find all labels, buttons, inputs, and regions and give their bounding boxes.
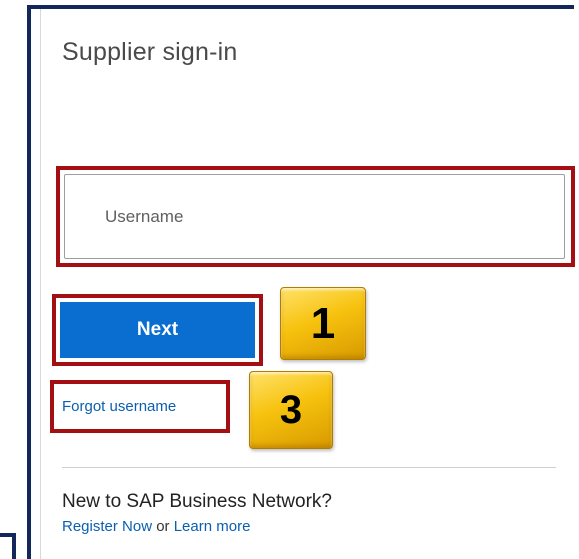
register-now-link[interactable]: Register Now [62,518,152,535]
new-to-network-text: New to SAP Business Network? [62,491,332,512]
step-3-badge: 3 [249,371,333,449]
next-button[interactable]: Next [60,302,255,358]
corner-bracket [0,533,16,559]
username-input[interactable] [64,174,565,259]
page: Supplier sign-in Next 1 Forgot username … [0,0,579,559]
step-1-badge: 1 [280,287,366,360]
forgot-username-link[interactable]: Forgot username [62,398,176,415]
divider [62,467,556,468]
register-line: Register Now or Learn more [62,518,250,535]
learn-more-link[interactable]: Learn more [174,518,251,535]
or-text: or [156,518,170,535]
page-title: Supplier sign-in [62,38,238,66]
signin-card [40,9,575,559]
